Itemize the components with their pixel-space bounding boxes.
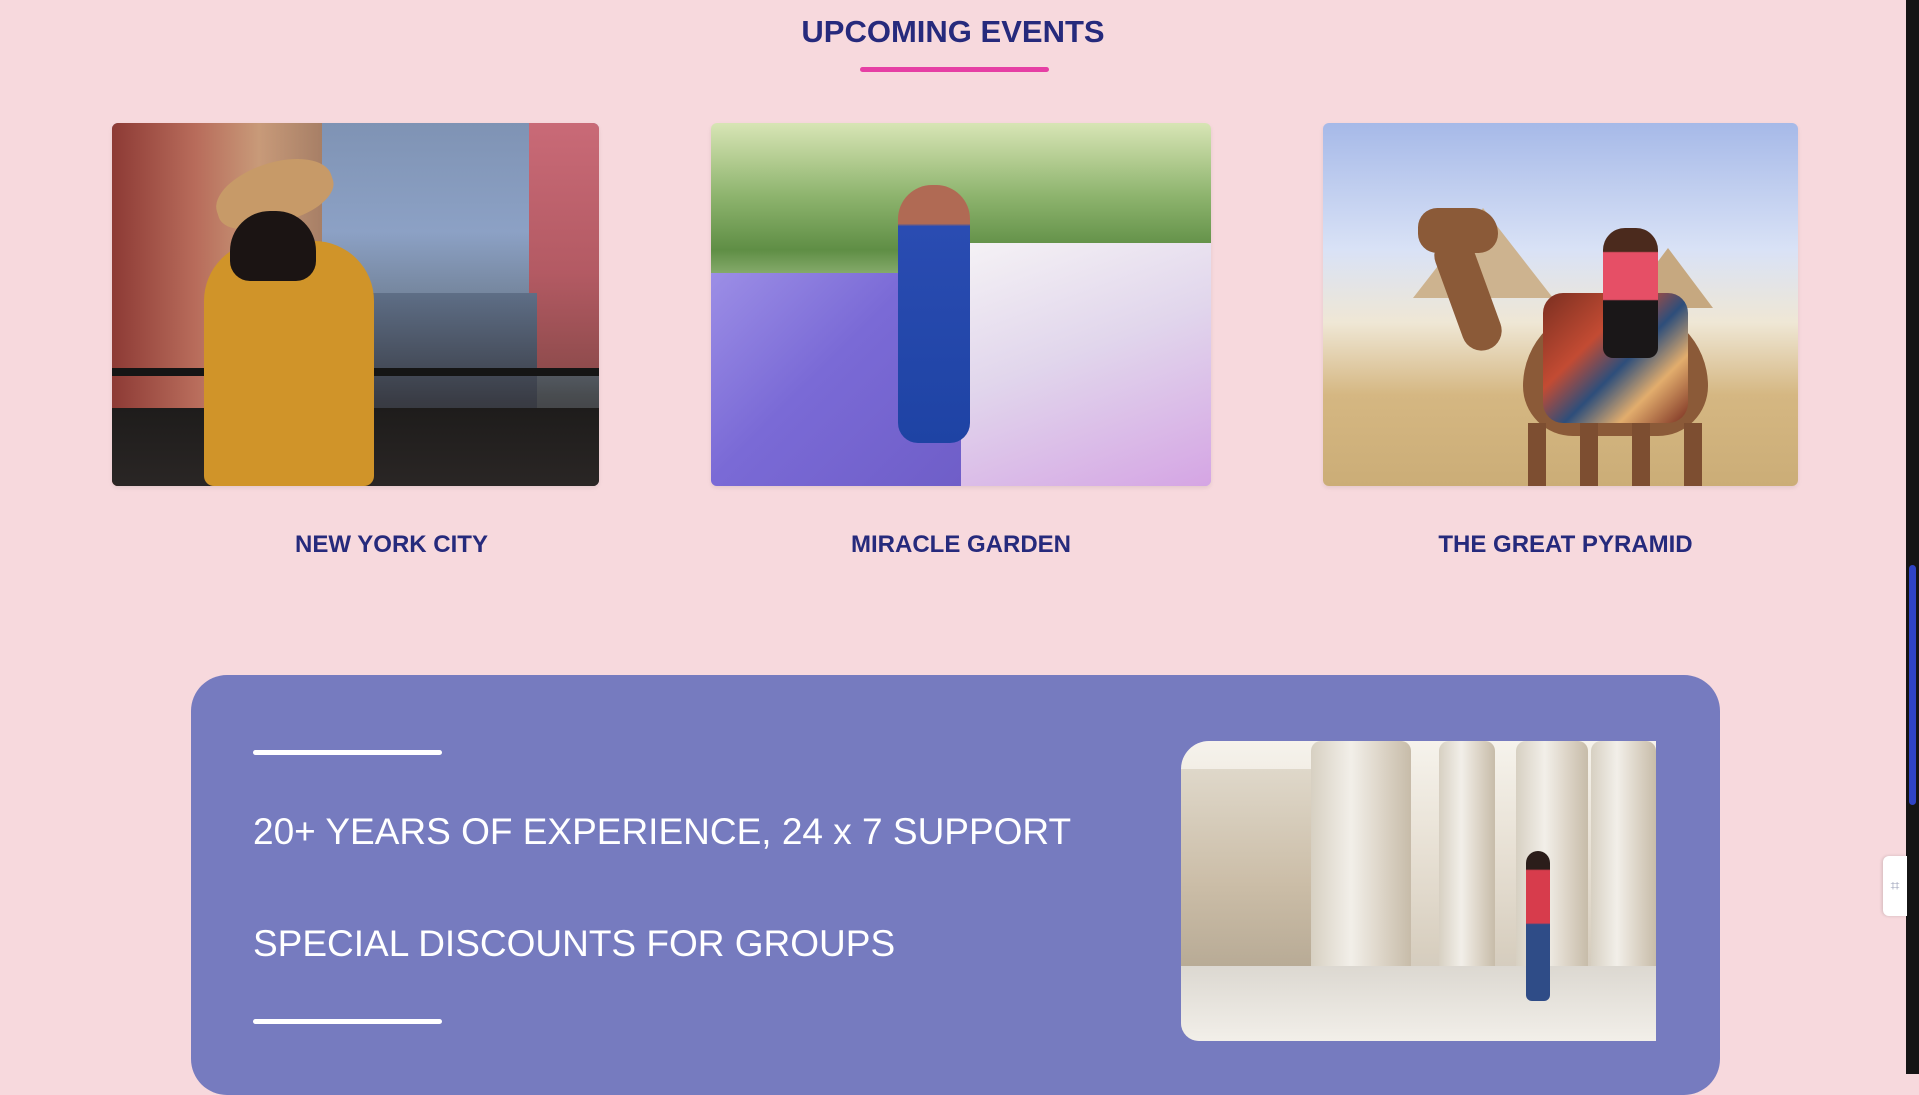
event-title-new-york-city[interactable]: NEW YORK CITY [148, 531, 635, 559]
camel-legs [1528, 423, 1708, 486]
side-widget-tab[interactable]: ⌗ [1883, 856, 1907, 916]
promo-divider-bottom [253, 1019, 442, 1024]
section-title: UPCOMING EVENTS [801, 14, 1105, 49]
scrollbar-track[interactable] [1906, 0, 1919, 1074]
event-image-great-pyramid[interactable] [1323, 123, 1798, 486]
page: UPCOMING EVENTS NEW YORK CITY MIRACLE GA… [0, 0, 1906, 1095]
handle-icon: ⌗ [1890, 876, 1900, 895]
tourist-figure [1526, 851, 1550, 1001]
building-facade [1181, 769, 1316, 979]
promo-image-columns [1181, 741, 1656, 1041]
nyc-hair [230, 211, 316, 281]
camel-illustration [1418, 198, 1718, 486]
camel-rider [1603, 228, 1658, 358]
promo-panel: 20+ YEARS OF EXPERIENCE, 24 x 7 SUPPORT … [191, 675, 1720, 1095]
event-title-great-pyramid[interactable]: THE GREAT PYRAMID [1328, 531, 1803, 559]
marble-floor [1181, 966, 1656, 1041]
nyc-building-right [529, 123, 599, 373]
event-image-miracle-garden[interactable] [711, 123, 1211, 486]
event-card-new-york-city[interactable]: NEW YORK CITY [112, 123, 599, 558]
promo-discount-text: SPECIAL DISCOUNTS FOR GROUPS [253, 923, 896, 964]
promo-experience-text: 20+ YEARS OF EXPERIENCE, 24 x 7 SUPPORT [253, 811, 1072, 852]
scrollbar-thumb[interactable] [1909, 565, 1916, 805]
event-card-great-pyramid[interactable]: THE GREAT PYRAMID [1323, 123, 1798, 558]
title-underline [860, 67, 1049, 72]
garden-woman [898, 185, 970, 443]
event-title-miracle-garden[interactable]: MIRACLE GARDEN [711, 531, 1211, 559]
event-card-miracle-garden[interactable]: MIRACLE GARDEN [711, 123, 1211, 558]
garden-cosmos-flowers [961, 243, 1211, 486]
event-image-new-york-city[interactable] [112, 123, 599, 486]
promo-divider-top [253, 750, 442, 755]
camel-head [1418, 208, 1498, 253]
